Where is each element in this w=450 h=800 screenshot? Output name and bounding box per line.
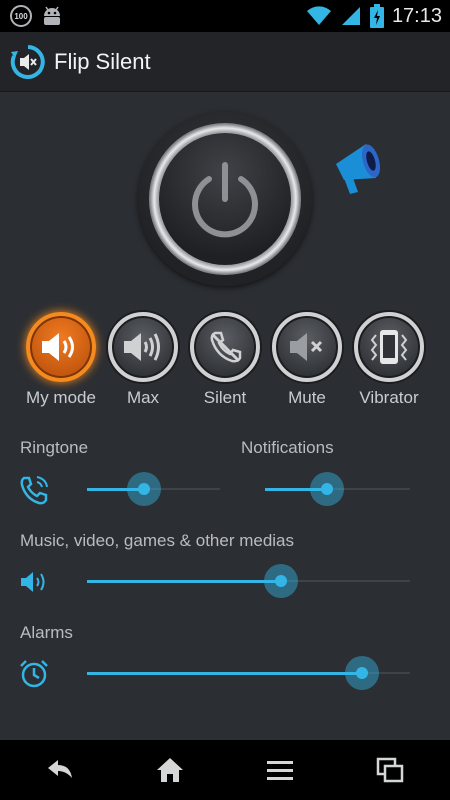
recent-apps-icon[interactable] (374, 754, 406, 786)
status-clock: 17:13 (391, 4, 442, 27)
media-label: Music, video, games & other medias (20, 531, 295, 550)
mode-my-mode[interactable]: My mode (23, 312, 99, 408)
mode-label: Mute (288, 388, 326, 407)
mode-silent[interactable]: Silent (187, 312, 263, 408)
battery-charging-icon (369, 4, 384, 28)
power-button[interactable] (138, 112, 312, 286)
action-bar: Flip Silent (0, 32, 450, 92)
slider-thumb[interactable] (127, 472, 162, 506)
speaker-mute-icon (290, 333, 323, 361)
mode-mute[interactable]: Mute (269, 312, 345, 408)
menu-icon[interactable] (264, 754, 296, 786)
phone-crossed-icon (210, 331, 242, 363)
wifi-icon (306, 6, 331, 25)
back-icon[interactable] (44, 754, 76, 786)
mode-label: Silent (203, 388, 247, 407)
phone-ring-icon (20, 476, 48, 505)
home-icon[interactable] (154, 754, 186, 786)
android-icon (44, 6, 60, 25)
ringtone-slider[interactable] (87, 472, 220, 506)
speaker-wave-icon (42, 333, 74, 361)
mode-label: Max (126, 388, 160, 407)
mode-max-button[interactable] (108, 312, 178, 382)
status-bar: 100 17:13 (0, 0, 450, 32)
mode-vibrator[interactable]: Vibrator (351, 312, 427, 408)
slider-fill (87, 580, 281, 583)
power-button-face (159, 133, 291, 265)
notifications-label: Notifications (241, 438, 334, 457)
megaphone-icon[interactable] (330, 136, 386, 196)
ringtone-label: Ringtone (20, 438, 89, 457)
alarm-clock-icon (20, 660, 48, 688)
mode-label: My mode (26, 388, 96, 407)
media-slider[interactable] (87, 564, 410, 598)
app-logo-icon (10, 44, 45, 79)
alarms-slider[interactable] (87, 656, 410, 690)
navigation-bar (0, 740, 450, 800)
speaker-max-icon (124, 333, 160, 361)
speaker-sound-icon (21, 572, 45, 592)
app-title: Flip Silent (54, 48, 151, 74)
mode-selector: My mode Max Silent Mute Vibrator (0, 312, 450, 412)
slider-thumb[interactable] (310, 472, 345, 506)
vibrate-icon (370, 330, 408, 364)
notifications-slider[interactable] (265, 472, 410, 506)
mode-vibrator-button[interactable] (354, 312, 424, 382)
mode-silent-button[interactable] (190, 312, 260, 382)
alarms-label: Alarms (20, 623, 73, 642)
mode-label: Vibrator (359, 388, 419, 407)
slider-thumb[interactable] (344, 656, 379, 690)
mode-mute-button[interactable] (272, 312, 342, 382)
slider-thumb[interactable] (263, 564, 298, 598)
power-icon (192, 162, 258, 238)
notification-100-icon: 100 (10, 5, 32, 27)
mode-my-mode-button[interactable] (26, 312, 96, 382)
slider-fill (87, 672, 362, 675)
mode-max[interactable]: Max (105, 312, 181, 408)
signal-icon (341, 7, 360, 25)
